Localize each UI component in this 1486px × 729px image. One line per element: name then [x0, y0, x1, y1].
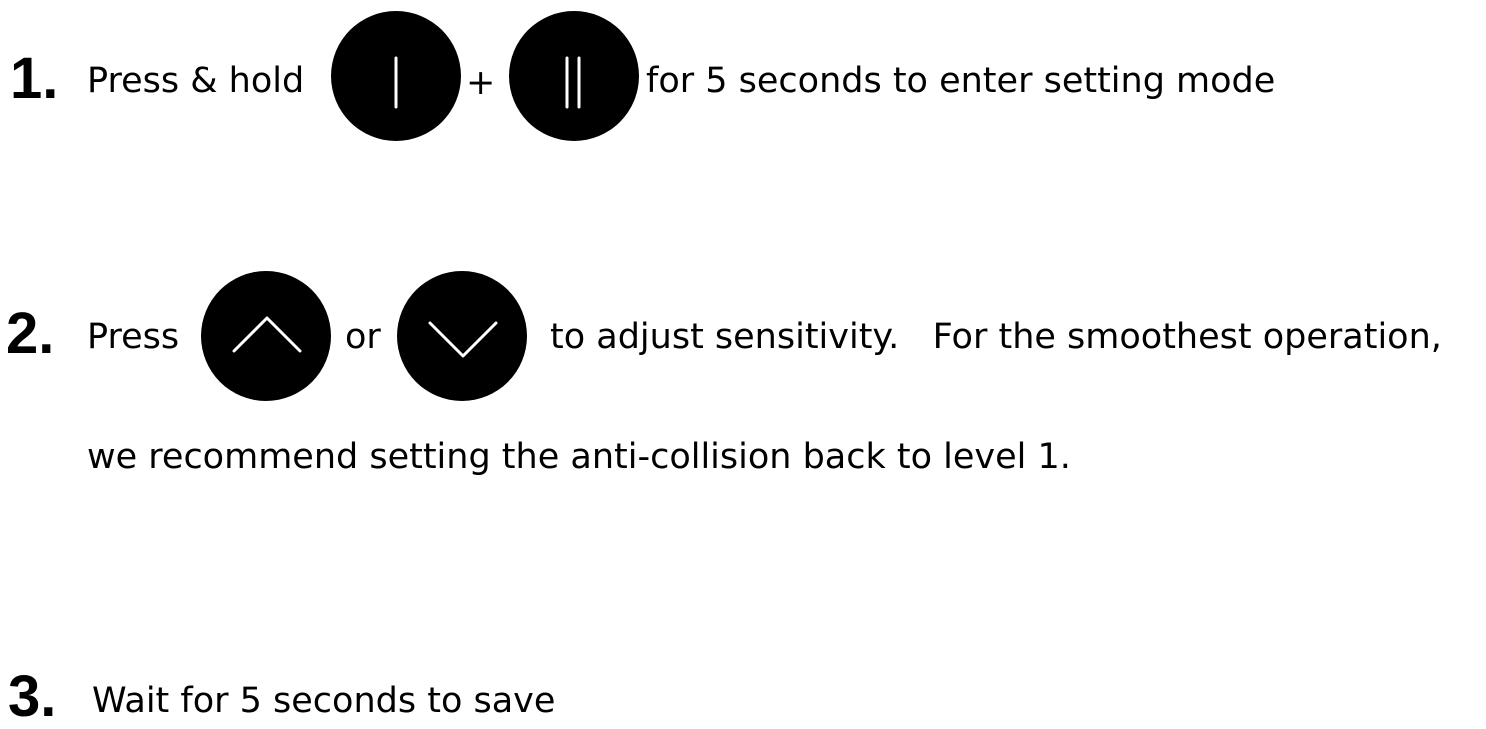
up-button [201, 271, 331, 401]
memory-position-1-button [331, 11, 461, 141]
step-text-line-2: we recommend setting the anti-collision … [87, 437, 1071, 477]
position-1-icon [394, 56, 398, 109]
or-text: or [345, 317, 381, 357]
step-text: Wait for 5 seconds to save [92, 681, 556, 721]
step-text-continued: for 5 seconds to enter setting mode [646, 61, 1276, 101]
chevron-down-icon [428, 321, 498, 358]
memory-position-2-button [509, 11, 639, 141]
plus-sign: + [466, 63, 496, 103]
step-number: 1. [10, 46, 59, 111]
position-2-icon [565, 56, 581, 109]
down-button [397, 271, 527, 401]
step-number: 2. [6, 301, 55, 366]
step-text: Press & hold [87, 61, 305, 101]
step-number: 3. [8, 664, 57, 729]
step-text-continued: to adjust sensitivity. For the smoothest… [550, 317, 1442, 357]
step-text: Press [87, 317, 180, 357]
chevron-up-icon [232, 316, 302, 353]
